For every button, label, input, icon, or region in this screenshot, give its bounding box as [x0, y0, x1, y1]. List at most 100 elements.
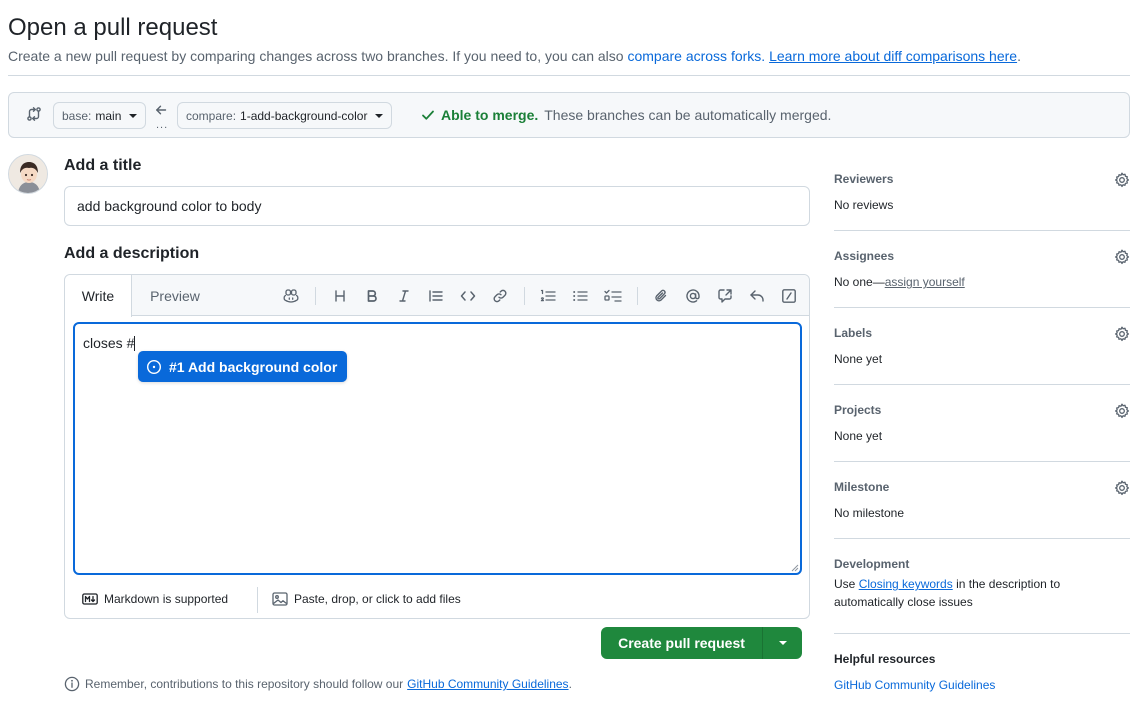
- text-cursor: [134, 336, 136, 351]
- link-icon[interactable]: [490, 286, 510, 306]
- reply-icon[interactable]: [747, 286, 767, 306]
- description-textarea[interactable]: closes # #1 Add background color: [73, 322, 802, 575]
- description-label: Add a description: [64, 245, 200, 262]
- development-prefix: Use: [834, 577, 856, 591]
- development-text: Use Closing keywords in the description …: [834, 575, 1124, 611]
- toolbar-divider: [637, 287, 638, 305]
- subtitle-period: .: [1017, 48, 1021, 64]
- gear-icon[interactable]: [1114, 249, 1130, 265]
- compare-branch-select[interactable]: compare: 1-add-background-color: [177, 102, 393, 129]
- heading-icon[interactable]: [330, 286, 350, 306]
- gear-icon[interactable]: [1114, 403, 1130, 419]
- sidebar-divider: [834, 384, 1130, 385]
- sidebar-divider: [834, 230, 1130, 231]
- create-pull-request-label[interactable]: Create pull request: [601, 627, 762, 659]
- gear-icon[interactable]: [1114, 172, 1130, 188]
- contribution-notice: Remember, contributions to this reposito…: [64, 676, 572, 692]
- issue-suggestion[interactable]: #1 Add background color: [138, 351, 348, 382]
- community-guidelines-link[interactable]: GitHub Community Guidelines: [407, 677, 568, 691]
- labels-value: None yet: [834, 352, 883, 366]
- compare-forks-link[interactable]: compare across forks.: [627, 48, 765, 64]
- page-subtitle: Create a new pull request by comparing c…: [8, 48, 1021, 64]
- markdown-hint[interactable]: Markdown is supported: [82, 592, 228, 606]
- helpful-guidelines-link[interactable]: GitHub Community Guidelines: [834, 678, 995, 692]
- editor-footer: Markdown is supported Paste, drop, or cl…: [65, 579, 809, 619]
- merge-status: Able to merge. These branches can be aut…: [421, 107, 831, 123]
- paperclip-icon[interactable]: [651, 286, 671, 306]
- closing-keywords-link[interactable]: Closing keywords: [859, 577, 953, 591]
- reviewers-value: No reviews: [834, 198, 894, 212]
- chevron-down-icon: [778, 641, 787, 645]
- copilot-icon[interactable]: [281, 286, 301, 306]
- bold-icon[interactable]: [362, 286, 382, 306]
- task-list-icon[interactable]: [603, 286, 623, 306]
- merge-status-detail: These branches can be automatically merg…: [544, 107, 832, 123]
- development-title: Development: [834, 557, 910, 571]
- reviewers-title: Reviewers: [834, 172, 894, 186]
- issue-suggestion-label: #1 Add background color: [169, 358, 338, 375]
- toolbar-divider: [524, 287, 525, 305]
- title-label: Add a title: [64, 157, 142, 174]
- assignees-value: No one—assign yourself: [834, 275, 965, 289]
- learn-more-link[interactable]: Learn more about diff comparisons here: [769, 48, 1017, 64]
- avatar[interactable]: [8, 154, 48, 194]
- title-input[interactable]: [64, 186, 810, 226]
- tab-preview[interactable]: Preview: [133, 275, 217, 317]
- sidebar-reviewers: Reviewers No reviews: [834, 168, 1130, 230]
- ordered-list-icon[interactable]: [538, 286, 558, 306]
- check-icon: [421, 108, 435, 122]
- milestone-value: No milestone: [834, 506, 905, 520]
- code-icon[interactable]: [458, 286, 478, 306]
- assignees-title: Assignees: [834, 249, 895, 263]
- footer-divider: [257, 587, 258, 613]
- attach-files[interactable]: Paste, drop, or click to add files: [272, 592, 461, 606]
- markdown-hint-text: Markdown is supported: [104, 592, 229, 606]
- sidebar-divider: [834, 538, 1130, 539]
- description-text: closes #: [83, 335, 136, 351]
- base-branch-name: main: [95, 108, 122, 123]
- chevron-down-icon: [129, 113, 138, 118]
- chevron-down-icon: [375, 113, 384, 118]
- contribution-notice-text: Remember, contributions to this reposito…: [85, 677, 404, 691]
- assignees-none: No one—: [834, 275, 885, 289]
- gear-icon[interactable]: [1114, 326, 1130, 342]
- compare-branch-name: 1-add-background-color: [240, 108, 368, 123]
- quote-icon[interactable]: [426, 286, 446, 306]
- git-compare-icon: [26, 106, 42, 122]
- sidebar-divider: [834, 633, 1130, 634]
- milestone-title: Milestone: [834, 480, 890, 494]
- create-options-dropdown[interactable]: [763, 627, 802, 659]
- gear-icon[interactable]: [1114, 480, 1130, 496]
- compare-prefix: compare:: [186, 108, 237, 123]
- projects-value: None yet: [834, 429, 883, 443]
- merge-status-label: Able to merge.: [441, 107, 539, 123]
- toolbar-divider: [315, 287, 316, 305]
- attach-files-text: Paste, drop, or click to add files: [294, 592, 461, 606]
- issue-opened-icon: [146, 359, 162, 375]
- page-title: Open a pull request: [8, 14, 218, 41]
- base-branch-select[interactable]: base: main: [53, 102, 147, 129]
- image-icon: [272, 592, 288, 606]
- contribution-notice-period: .: [568, 677, 572, 691]
- header-divider: [8, 75, 1130, 76]
- projects-title: Projects: [834, 403, 882, 417]
- unordered-list-icon[interactable]: [570, 286, 590, 306]
- sidebar-divider: [834, 461, 1130, 462]
- info-icon: [64, 676, 80, 692]
- resize-handle-icon[interactable]: [791, 564, 799, 572]
- mention-icon[interactable]: [683, 286, 703, 306]
- markdown-icon: [82, 593, 98, 605]
- italic-icon[interactable]: [394, 286, 414, 306]
- slash-commands-icon[interactable]: [779, 286, 799, 306]
- arrow-left-icon: [155, 104, 167, 116]
- cross-reference-icon[interactable]: [715, 286, 735, 306]
- base-prefix: base:: [62, 108, 92, 123]
- assign-yourself-link[interactable]: assign yourself: [885, 275, 965, 289]
- helpful-resources-title: Helpful resources: [834, 652, 936, 666]
- create-pull-request-button[interactable]: Create pull request: [601, 627, 802, 659]
- tab-write[interactable]: Write: [65, 275, 132, 317]
- sidebar-divider: [834, 307, 1130, 308]
- range-dots: ...: [156, 119, 169, 131]
- labels-title: Labels: [834, 326, 873, 340]
- description-editor: Write Preview closes # #1 Add background…: [64, 274, 810, 619]
